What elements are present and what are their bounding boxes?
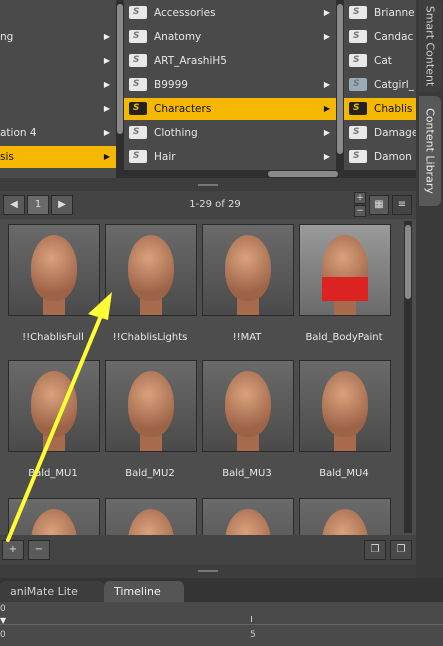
annotation-arrow [6, 292, 112, 542]
annotation-arrow-head [88, 292, 112, 320]
annotation-arrow-shaft [6, 316, 102, 542]
